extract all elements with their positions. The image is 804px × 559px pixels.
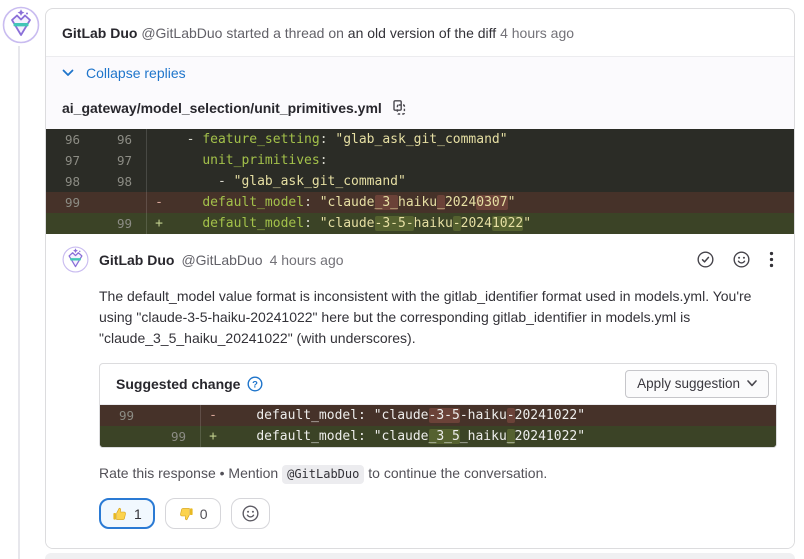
comment-body: The default_model value format is incons…	[99, 288, 752, 346]
add-award-emoji-button[interactable]	[230, 498, 270, 529]
help-icon[interactable]: ?	[247, 376, 263, 392]
thread-action: started a thread on	[226, 25, 344, 41]
old-line-number[interactable]: 99	[100, 405, 150, 426]
diff-code-line: default_model: "claude-3-5-haiku-2024102…	[256, 408, 586, 423]
thumbs-up-icon	[113, 507, 126, 520]
old-line-number[interactable]	[46, 213, 96, 234]
new-line-number[interactable]: 98	[96, 171, 146, 192]
copy-icon	[393, 100, 405, 115]
discussion-card: GitLab Duo @GitLabDuo started a thread o…	[45, 8, 795, 549]
resolve-thread-button[interactable]	[697, 251, 714, 268]
diff-row: 99 + default_model: "claude-3-5-haiku-202…	[46, 213, 794, 234]
new-line-number[interactable]: 96	[96, 129, 146, 150]
smiley-icon	[242, 505, 259, 522]
suggested-change-panel: Suggested change ? Apply suggestion 99- …	[99, 363, 777, 448]
collapse-replies-label: Collapse replies	[86, 65, 186, 81]
diff-marker: +	[209, 429, 217, 444]
old-line-number[interactable]: 99	[46, 192, 96, 213]
collapse-replies-toggle[interactable]: Collapse replies	[46, 57, 794, 88]
smiley-icon	[733, 251, 750, 268]
gitlab-duo-logo-icon	[2, 6, 40, 44]
diff-code-line: default_model: "claude_3_haiku_20240307"	[202, 195, 516, 210]
thumbs-down-count: 0	[199, 505, 208, 522]
add-reaction-button[interactable]	[733, 251, 750, 268]
old-line-number[interactable]: 96	[46, 129, 96, 150]
new-line-number[interactable]	[150, 405, 200, 426]
chevron-down-icon	[747, 380, 757, 387]
diff-code-line: - "glab_ask_git_command"	[171, 174, 406, 189]
rate-response-line: Rate this response • Mention @GitLabDuo …	[99, 465, 774, 484]
next-section-edge	[45, 553, 795, 559]
chevron-down-icon	[62, 69, 74, 76]
comment-author-avatar[interactable]	[62, 246, 89, 273]
old-line-number[interactable]: 97	[46, 150, 96, 171]
diff-marker	[147, 150, 171, 171]
thumbs-up-award-button[interactable]: 1	[99, 498, 155, 529]
comment-timestamp[interactable]: 4 hours ago	[270, 252, 344, 268]
diff-marker: -	[155, 195, 163, 210]
diff-row: 96 96 - feature_setting: "glab_ask_git_co…	[46, 129, 794, 150]
gitlab-duo-avatar[interactable]	[2, 6, 40, 44]
comment-author: GitLab Duo	[99, 251, 175, 268]
diff-marker	[147, 171, 171, 192]
thread-timestamp[interactable]: 4 hours ago	[500, 25, 574, 41]
old-diff-version-link[interactable]: an old version of the diff	[348, 25, 496, 41]
new-line-number[interactable]: 97	[96, 150, 146, 171]
more-options-button[interactable]	[769, 251, 774, 268]
diff-code-line: - feature_setting: "glab_ask_git_command…	[171, 132, 508, 147]
diff-row: 98 98 - "glab_ask_git_command"	[46, 171, 794, 192]
old-line-number[interactable]: 98	[46, 171, 96, 192]
thumbs-down-award-button[interactable]: 0	[164, 498, 221, 529]
apply-suggestion-button[interactable]: Apply suggestion	[625, 370, 769, 398]
suggested-change-header: Suggested change ? Apply suggestion	[100, 364, 776, 405]
duo-comment: GitLab Duo @GitLabDuo 4 hours ago The de…	[46, 234, 794, 548]
diff-marker: -	[209, 408, 217, 423]
diff-row: 99 - default_model: "claude_3_haiku_20240…	[46, 192, 794, 213]
mention-code: @GitLabDuo	[282, 465, 365, 484]
diff-code-line: default_model: "claude_3_5_haiku_2024102…	[256, 429, 586, 444]
discussion-thread-line	[18, 46, 20, 559]
rate-prefix: Rate this response • Mention	[99, 465, 279, 481]
file-header: ai_gateway/model_selection/unit_primitiv…	[46, 88, 794, 129]
thumbs-up-count: 1	[134, 505, 142, 522]
award-emoji-bar: 1 0	[99, 498, 774, 529]
ellipsis-vertical-icon	[769, 251, 774, 268]
thread-header: GitLab Duo @GitLabDuo started a thread o…	[46, 9, 794, 57]
comment-header: GitLab Duo @GitLabDuo 4 hours ago	[62, 246, 774, 273]
comment-handle: @GitLabDuo	[181, 251, 263, 268]
diff-marker: +	[155, 216, 163, 231]
thread-author: GitLab Duo	[62, 25, 138, 41]
new-line-number[interactable]: 99	[150, 426, 200, 447]
new-line-number[interactable]	[96, 192, 146, 213]
diff-row: 99 + default_model: "claude_3_5_haiku_202…	[100, 426, 776, 447]
file-path-link[interactable]: ai_gateway/model_selection/unit_primitiv…	[62, 100, 382, 116]
apply-suggestion-label: Apply suggestion	[637, 376, 740, 391]
diff-row: 97 97 unit_primitives:	[46, 150, 794, 171]
diff-marker	[147, 129, 171, 150]
diff-row: 99 - default_model: "claude-3-5-haiku-202…	[100, 405, 776, 426]
old-line-number[interactable]	[100, 426, 150, 447]
suggested-change-title: Suggested change	[116, 376, 241, 392]
thumbs-down-icon	[179, 507, 193, 520]
svg-text:?: ?	[253, 379, 259, 390]
unit-diff: 96 96 - feature_setting: "glab_ask_git_co…	[46, 129, 794, 234]
copy-file-path-button[interactable]	[391, 99, 407, 116]
diff-code-line: unit_primitives:	[202, 153, 328, 168]
thread-handle: @GitLabDuo	[141, 25, 223, 41]
diff-code-line: default_model: "claude-3-5-haiku-2024102…	[202, 216, 532, 231]
new-line-number[interactable]: 99	[96, 213, 146, 234]
suggestion-diff: 99- default_model: "claude-3-5-haiku-202…	[100, 405, 776, 447]
check-circle-icon	[697, 251, 714, 268]
rate-suffix: to continue the conversation.	[368, 465, 548, 481]
